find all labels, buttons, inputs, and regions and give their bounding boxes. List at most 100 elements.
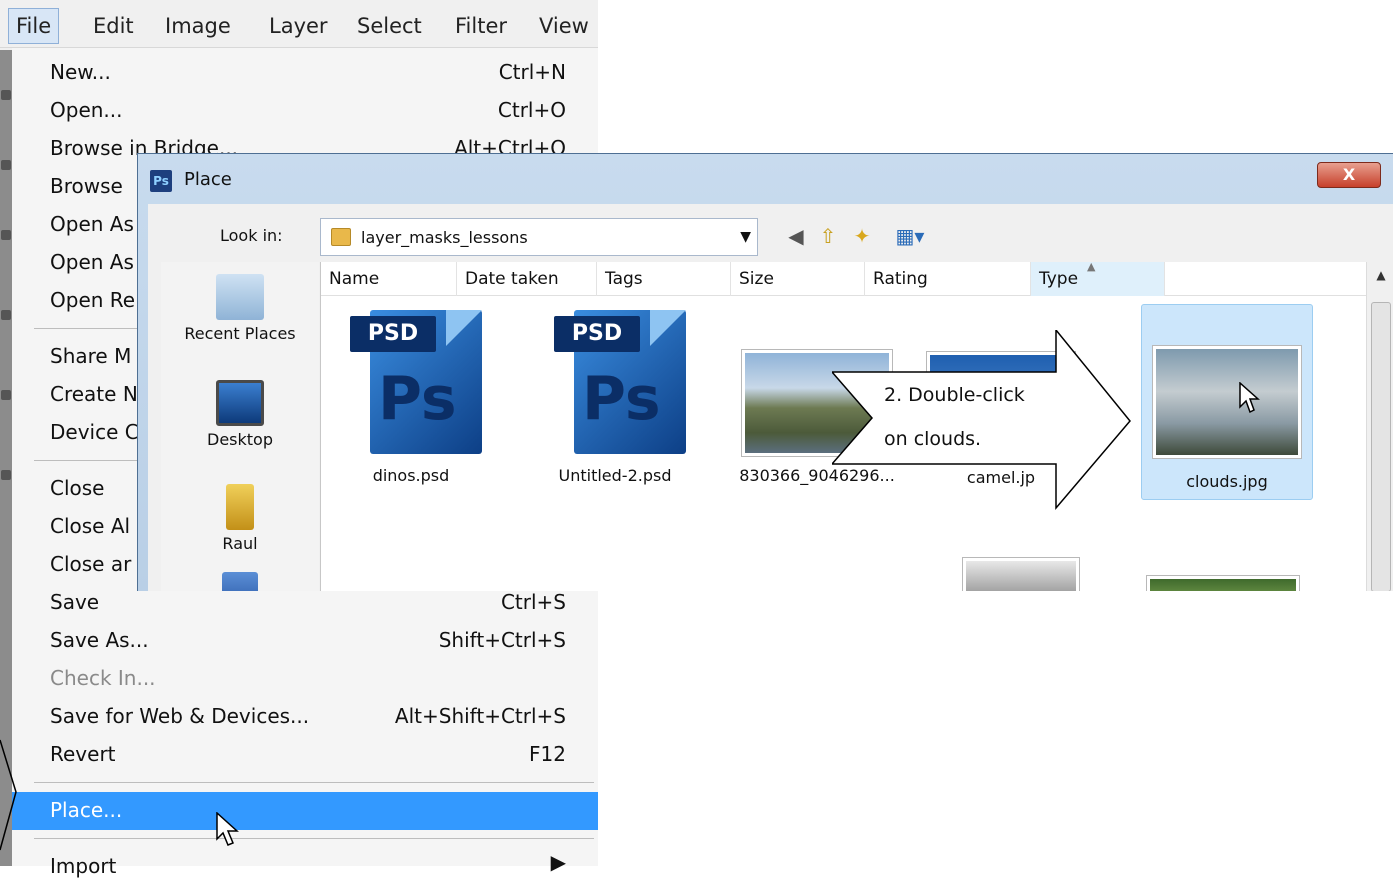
mouse-pointer-icon — [216, 812, 239, 846]
menu-item-label: Close Al — [50, 514, 131, 538]
dialog-title: Place — [184, 169, 232, 190]
file-item[interactable]: clouds.jpg — [1137, 346, 1317, 491]
place-computer[interactable] — [161, 572, 319, 591]
column-size[interactable]: Size — [731, 262, 865, 296]
photoshop-logo-icon: Ps — [150, 170, 172, 192]
callout-arrow-fragment — [0, 739, 17, 851]
desktop-icon — [216, 380, 264, 426]
sort-ascending-icon: ▲ — [1087, 260, 1096, 273]
callout-text-line1: 2. Double-click — [884, 384, 1025, 406]
file-name: clouds.jpg — [1186, 472, 1268, 491]
photo-thumbnail — [1153, 346, 1301, 458]
menu-item-label: Place... — [50, 798, 123, 822]
menu-view[interactable]: View — [532, 8, 596, 44]
tool-icon[interactable] — [1, 230, 11, 240]
menu-item-label: Revert — [50, 742, 116, 766]
vertical-scrollbar[interactable]: ▲ — [1366, 262, 1393, 591]
place-desktop[interactable]: Desktop — [161, 380, 319, 449]
menu-layer[interactable]: Layer — [262, 8, 335, 44]
place-label: Recent Places — [184, 324, 296, 343]
callout-arrow — [832, 330, 1131, 511]
menu-item-label: Open... — [50, 98, 123, 122]
psd-badge: PSD — [350, 316, 436, 352]
place-user[interactable]: Raul — [161, 484, 319, 553]
tool-icon[interactable] — [1, 310, 11, 320]
psd-badge: PSD — [554, 316, 640, 352]
file-name: Untitled-2.psd — [558, 466, 672, 485]
menu-separator — [34, 838, 594, 839]
scroll-thumb[interactable] — [1371, 302, 1391, 591]
user-folder-icon — [226, 484, 254, 530]
dialog-title-bar: Ps Place X — [138, 154, 1393, 204]
menu-item-label: Browse — [50, 174, 123, 198]
tool-icon[interactable] — [1, 470, 11, 480]
submenu-arrow-icon: ▶ — [550, 850, 566, 874]
column-header-row: Name Date taken Tags Size Rating Type ▲ — [321, 260, 1393, 296]
place-label: Desktop — [207, 430, 273, 449]
menu-filter[interactable]: Filter — [448, 8, 514, 44]
tool-icon[interactable] — [1, 390, 11, 400]
computer-icon — [222, 572, 258, 591]
menu-item-open[interactable]: Open... Ctrl+O — [12, 92, 598, 130]
menu-select[interactable]: Select — [350, 8, 429, 44]
menu-item-check-in: Check In... — [12, 660, 598, 698]
view-menu-icon[interactable]: ▦▾ — [888, 224, 932, 248]
menu-item-shortcut: F12 — [529, 742, 566, 766]
menu-item-label: Share M — [50, 344, 132, 368]
menu-item-new[interactable]: New... Ctrl+N — [12, 54, 598, 92]
menu-edit[interactable]: Edit — [86, 8, 141, 44]
menu-item-label: New... — [50, 60, 111, 84]
ps-glyph: Ps — [582, 364, 661, 434]
menu-item-shortcut: Ctrl+N — [498, 60, 566, 84]
tool-icon[interactable] — [1, 90, 11, 100]
photo-thumbnail — [1147, 576, 1299, 591]
psd-file-icon: PSD Ps — [336, 306, 486, 456]
place-recent-places[interactable]: Recent Places — [161, 274, 319, 343]
close-button[interactable]: X — [1317, 162, 1381, 188]
file-item[interactable]: PSD Ps dinos.psd — [321, 306, 501, 485]
menu-file[interactable]: File — [8, 8, 60, 44]
column-type[interactable]: Type ▲ — [1031, 260, 1165, 296]
menu-item-label: Create N — [50, 382, 138, 406]
up-folder-icon[interactable]: ⇧ — [816, 224, 840, 248]
column-date-taken[interactable]: Date taken — [457, 262, 597, 296]
menu-item-label: Save for Web & Devices... — [50, 704, 310, 728]
menu-item-label: Check In... — [50, 666, 156, 690]
menu-item-label: Device C — [50, 420, 139, 444]
menu-bar: File Edit Image Layer Select Filter View — [0, 0, 598, 48]
look-in-dropdown[interactable]: layer_masks_lessons ▼ — [320, 218, 758, 256]
menu-item-import[interactable]: Import ▶ — [12, 848, 598, 886]
menu-separator — [34, 782, 594, 783]
column-rating[interactable]: Rating — [865, 262, 1031, 296]
place-label: Raul — [222, 534, 258, 553]
menu-item-label: Close — [50, 476, 105, 500]
file-name: dinos.psd — [372, 466, 450, 485]
folder-icon — [331, 228, 351, 246]
menu-item-revert[interactable]: Revert F12 — [12, 736, 598, 774]
column-tags[interactable]: Tags — [597, 262, 731, 296]
back-icon[interactable]: ◀ — [784, 224, 808, 248]
column-name[interactable]: Name — [321, 262, 457, 296]
menu-item-shortcut: Ctrl+S — [500, 590, 566, 614]
tool-icon[interactable] — [1, 160, 11, 170]
column-type-label: Type — [1039, 269, 1079, 289]
menu-item-save-as[interactable]: Save As... Shift+Ctrl+S — [12, 622, 598, 660]
psd-file-icon: PSD Ps — [540, 306, 690, 456]
scroll-up-icon[interactable]: ▲ — [1367, 268, 1393, 282]
menu-image[interactable]: Image — [158, 8, 238, 44]
menu-item-place[interactable]: Place... — [12, 792, 598, 830]
callout-text-line2: on clouds. — [884, 428, 982, 450]
photo-thumbnail — [963, 558, 1079, 591]
menu-item-save-for-web[interactable]: Save for Web & Devices... Alt+Shift+Ctrl+… — [12, 698, 598, 736]
recent-places-icon — [216, 274, 264, 320]
places-bar: Recent Places Desktop Raul — [161, 262, 319, 591]
menu-item-shortcut: Shift+Ctrl+S — [438, 628, 566, 652]
menu-item-label: Save — [50, 590, 100, 614]
file-item[interactable]: PSD Ps Untitled-2.psd — [525, 306, 705, 485]
look-in-value: layer_masks_lessons — [361, 228, 528, 247]
look-in-label: Look in: — [220, 226, 283, 245]
new-folder-icon[interactable]: ✦ — [850, 224, 874, 248]
ps-glyph: Ps — [378, 364, 457, 434]
dropdown-arrow-icon: ▼ — [740, 229, 751, 245]
menu-item-label: Open As — [50, 212, 134, 236]
